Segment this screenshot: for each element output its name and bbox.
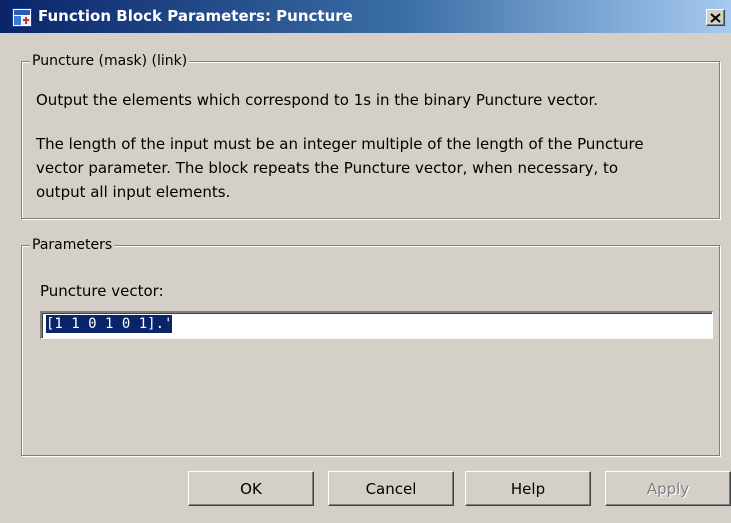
close-button[interactable] bbox=[706, 9, 725, 26]
title-bar[interactable]: Function Block Parameters: Puncture bbox=[0, 0, 731, 33]
description-line: The length of the input must be an integ… bbox=[36, 135, 644, 153]
puncture-vector-input[interactable]: [1 1 0 1 0 1].' bbox=[40, 311, 713, 339]
close-icon bbox=[710, 8, 721, 27]
cancel-button[interactable]: Cancel bbox=[328, 471, 454, 506]
description-group: Puncture (mask) (link) Output the elemen… bbox=[21, 52, 720, 219]
window-title: Function Block Parameters: Puncture bbox=[38, 7, 353, 25]
puncture-vector-label: Puncture vector: bbox=[40, 282, 164, 300]
ok-button[interactable]: OK bbox=[188, 471, 314, 506]
help-button[interactable]: Help bbox=[465, 471, 591, 506]
description-line: Output the elements which correspond to … bbox=[36, 91, 599, 109]
apply-button[interactable]: Apply bbox=[605, 471, 731, 506]
parameters-group-legend: Parameters bbox=[30, 236, 115, 254]
description-line: vector parameter. The block repeats the … bbox=[36, 159, 619, 177]
parameters-group: Parameters Puncture vector: [1 1 0 1 0 1… bbox=[21, 236, 720, 456]
description-line: output all input elements. bbox=[36, 183, 231, 201]
simulink-block-icon bbox=[12, 8, 32, 27]
puncture-vector-value: [1 1 0 1 0 1].' bbox=[46, 315, 173, 333]
dialog-window: Function Block Parameters: Puncture Punc… bbox=[0, 0, 731, 523]
description-group-legend: Puncture (mask) (link) bbox=[30, 52, 190, 70]
